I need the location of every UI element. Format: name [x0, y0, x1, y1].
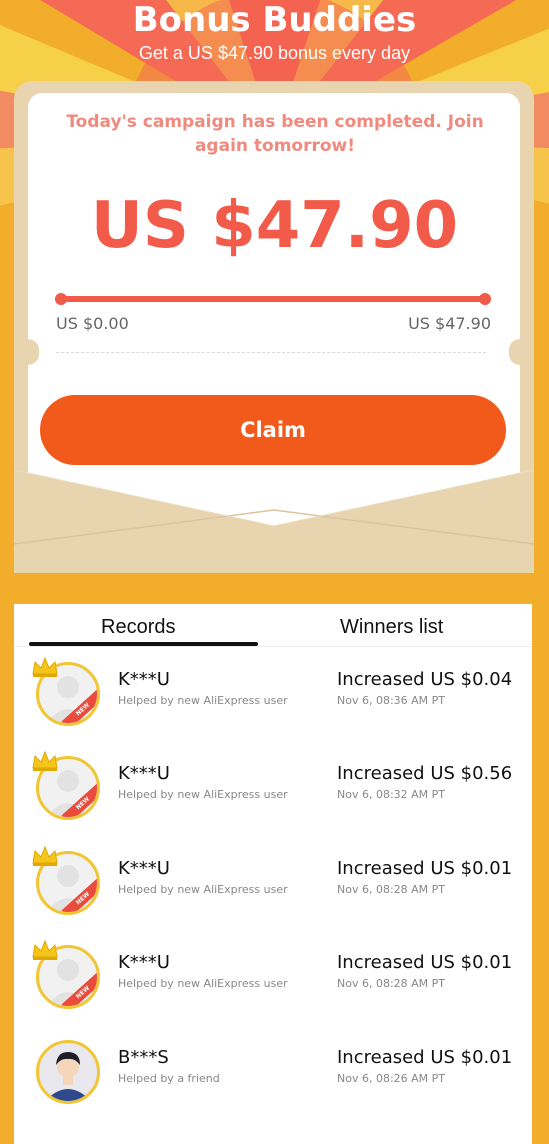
record-helper-text: Helped by new AliExpress user	[118, 977, 288, 990]
record-helper-text: Helped by a friend	[118, 1072, 220, 1085]
record-helper-text: Helped by new AliExpress user	[118, 883, 288, 896]
record-timestamp: Nov 6, 08:26 AM PT	[337, 1072, 446, 1085]
avatar: NEW	[31, 656, 101, 728]
claim-button[interactable]: Claim	[40, 395, 506, 465]
record-increase: Increased US $0.01	[337, 858, 513, 879]
record-timestamp: Nov 6, 08:28 AM PT	[337, 977, 446, 990]
ticket-notch-right	[509, 339, 531, 365]
crown-icon	[32, 845, 58, 866]
page-subtitle: Get a US $47.90 bonus every day	[138, 43, 411, 63]
record-row: NEW K***U Helped by new AliExpress user …	[14, 740, 532, 834]
record-row: B***S Helped by a friend Increased US $0…	[14, 1024, 532, 1118]
avatar: NEW	[31, 750, 101, 822]
record-user-name: B***S	[118, 1047, 169, 1068]
record-timestamp: Nov 6, 08:36 AM PT	[337, 694, 446, 707]
avatar	[31, 1034, 101, 1106]
tab-records[interactable]: Records	[101, 612, 175, 642]
progress-start-dot	[55, 293, 67, 305]
record-row: NEW K***U Helped by new AliExpress user …	[14, 835, 532, 929]
record-row: NEW K***U Helped by new AliExpress user …	[14, 646, 532, 740]
record-increase: Increased US $0.01	[337, 952, 513, 973]
record-helper-text: Helped by new AliExpress user	[118, 788, 288, 801]
progress-min-label: US $0.00	[56, 314, 129, 333]
campaign-status-message: Today's campaign has been completed. Joi…	[66, 112, 484, 156]
records-panel: Records Winners list NEW K***U Helped by…	[14, 604, 532, 1144]
ticket-divider	[56, 352, 486, 353]
avatar: NEW	[31, 845, 101, 917]
avatar: NEW	[31, 939, 101, 1011]
crown-icon	[32, 939, 58, 960]
progress-max-label: US $47.90	[408, 314, 491, 333]
progress-end-dot	[479, 293, 491, 305]
record-user-name: K***U	[118, 858, 170, 879]
tab-winners-list[interactable]: Winners list	[340, 612, 443, 642]
crown-icon	[32, 656, 58, 677]
record-user-name: K***U	[118, 952, 170, 973]
crown-icon	[32, 750, 58, 771]
record-increase: Increased US $0.01	[337, 1047, 513, 1068]
record-timestamp: Nov 6, 08:28 AM PT	[337, 883, 446, 896]
bonus-amount: US $47.90	[90, 189, 459, 263]
record-user-name: K***U	[118, 669, 170, 690]
record-row: NEW K***U Helped by new AliExpress user …	[14, 929, 532, 1023]
page-title: Bonus Buddies	[132, 0, 417, 40]
ticket-notch-left	[17, 339, 39, 365]
record-helper-text: Helped by new AliExpress user	[118, 694, 288, 707]
record-timestamp: Nov 6, 08:32 AM PT	[337, 788, 446, 801]
record-increase: Increased US $0.04	[337, 669, 513, 690]
envelope-flap	[14, 470, 534, 573]
record-increase: Increased US $0.56	[337, 763, 513, 784]
progress-bar	[60, 296, 486, 302]
user-avatar-icon	[36, 1040, 100, 1104]
record-user-name: K***U	[118, 763, 170, 784]
progress-fill	[60, 296, 486, 302]
